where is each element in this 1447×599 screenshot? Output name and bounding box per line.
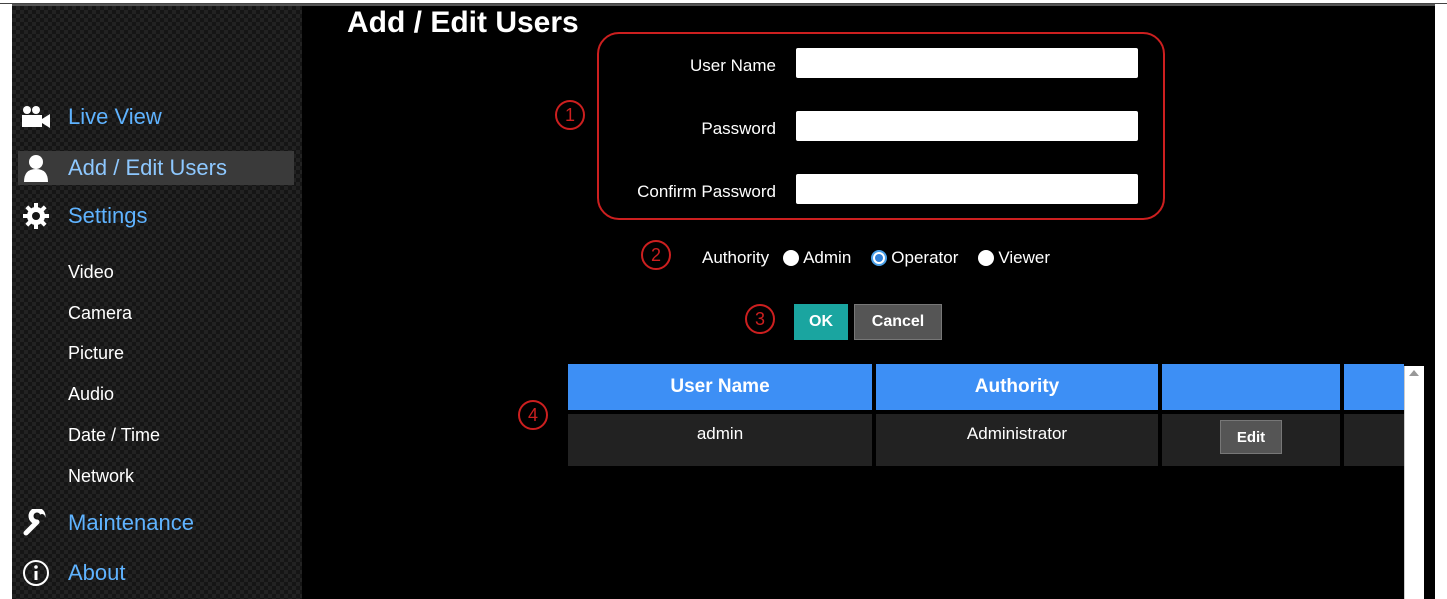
authority-label: Authority [702, 248, 770, 267]
confirm-password-input[interactable] [796, 174, 1138, 204]
column-header-action [1162, 364, 1340, 410]
settings-subitem-picture[interactable]: Picture [68, 343, 124, 364]
radio-admin-label: Admin [803, 248, 852, 267]
radio-viewer[interactable] [978, 250, 995, 266]
column-header-authority: Authority [876, 364, 1158, 410]
confirm-password-label: Confirm Password [637, 182, 776, 201]
sidebar-item-live-view[interactable]: Live View [18, 100, 162, 134]
authority-option-operator[interactable]: Operator [871, 248, 958, 268]
authority-option-viewer[interactable]: Viewer [978, 248, 1050, 268]
users-table: User Name Authority admin Administrator … [568, 364, 1404, 468]
app-window: Live View Add / Edit Users Settings Vide… [12, 4, 1435, 599]
sidebar-item-label: About [68, 560, 126, 585]
user-name-input[interactable] [796, 48, 1138, 78]
authority-option-admin[interactable]: Admin [783, 248, 851, 268]
password-input[interactable] [796, 111, 1138, 141]
authority-group: Authority Admin Operator Viewer [702, 248, 1070, 268]
sidebar: Live View Add / Edit Users Settings Vide… [12, 6, 302, 599]
radio-operator[interactable] [871, 250, 888, 266]
cell-action: Edit [1162, 414, 1340, 466]
cell-extra [1344, 414, 1404, 466]
radio-operator-label: Operator [891, 248, 959, 267]
scroll-up-icon[interactable] [1409, 370, 1419, 376]
cell-user-name: admin [568, 414, 872, 466]
annotation-marker-3: 3 [745, 304, 775, 334]
settings-subitem-camera[interactable]: Camera [68, 303, 132, 324]
radio-admin[interactable] [783, 250, 800, 266]
user-icon [18, 153, 54, 183]
wrench-icon [18, 508, 54, 538]
user-name-label: User Name [690, 56, 776, 75]
sidebar-item-label: Settings [68, 203, 148, 228]
sidebar-item-maintenance[interactable]: Maintenance [18, 506, 194, 540]
annotation-marker-2: 2 [641, 240, 671, 270]
settings-subitem-network[interactable]: Network [68, 466, 134, 487]
settings-subitem-video[interactable]: Video [68, 262, 114, 283]
info-icon [18, 558, 54, 588]
camera-people-icon [18, 102, 54, 132]
gear-icon [18, 201, 54, 231]
annotation-marker-4: 4 [518, 400, 548, 430]
sidebar-item-label: Maintenance [68, 510, 194, 535]
sidebar-item-label: Add / Edit Users [68, 155, 227, 180]
settings-subitem-date-time[interactable]: Date / Time [68, 425, 160, 446]
column-header-user-name: User Name [568, 364, 872, 410]
sidebar-item-add-edit-users[interactable]: Add / Edit Users [18, 151, 294, 185]
password-label: Password [701, 119, 776, 138]
cancel-button[interactable]: Cancel [854, 304, 942, 340]
page-title: Add / Edit Users [347, 6, 579, 39]
edit-button[interactable]: Edit [1220, 420, 1282, 454]
column-header-extra [1344, 364, 1404, 410]
sidebar-item-label: Live View [68, 104, 162, 129]
ok-button[interactable]: OK [794, 304, 848, 340]
sidebar-item-settings[interactable]: Settings [18, 199, 148, 233]
radio-viewer-label: Viewer [998, 248, 1051, 267]
settings-subitem-audio[interactable]: Audio [68, 384, 114, 405]
table-scrollbar[interactable] [1404, 366, 1424, 599]
cell-authority: Administrator [876, 414, 1158, 466]
sidebar-item-about[interactable]: About [18, 556, 126, 590]
